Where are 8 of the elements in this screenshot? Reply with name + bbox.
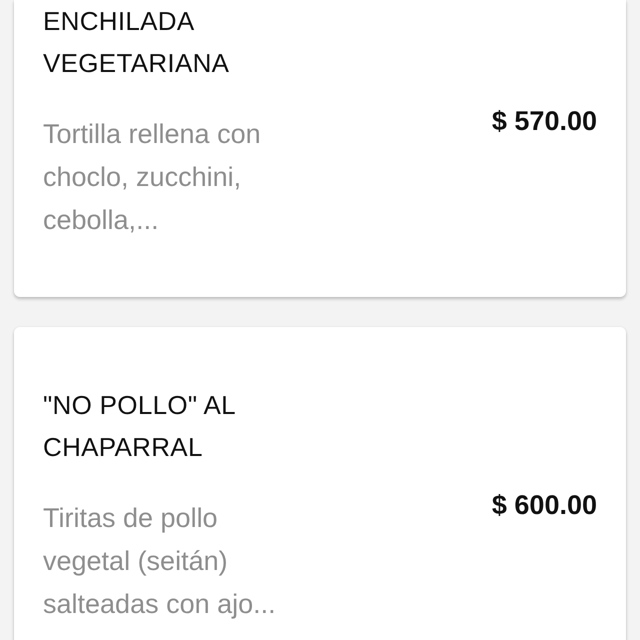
dish-description: Tiritas de pollo vegetal (seitán) salteadas con ajo... [43, 502, 277, 621]
dish-price: $ 600.00 [492, 488, 597, 522]
menu-item-card[interactable]: ENCHILADA VEGETARIANA Tortilla rellena con choclo, zucchini, cebolla,... $ 570.00 [14, 0, 626, 297]
dish-name: ENCHILADA VEGETARIANA [43, 5, 230, 80]
menu-item-card[interactable]: "NO POLLO" AL CHAPARRAL Tiritas de pollo vegetal (seitán) salteadas con ajo... $ 600.00 [14, 327, 626, 640]
dish-description: Tortilla rellena con choclo, zucchini, cebolla,... [43, 118, 262, 237]
dish-name: "NO POLLO" AL CHAPARRAL [43, 389, 236, 464]
dish-price: $ 570.00 [492, 104, 597, 138]
